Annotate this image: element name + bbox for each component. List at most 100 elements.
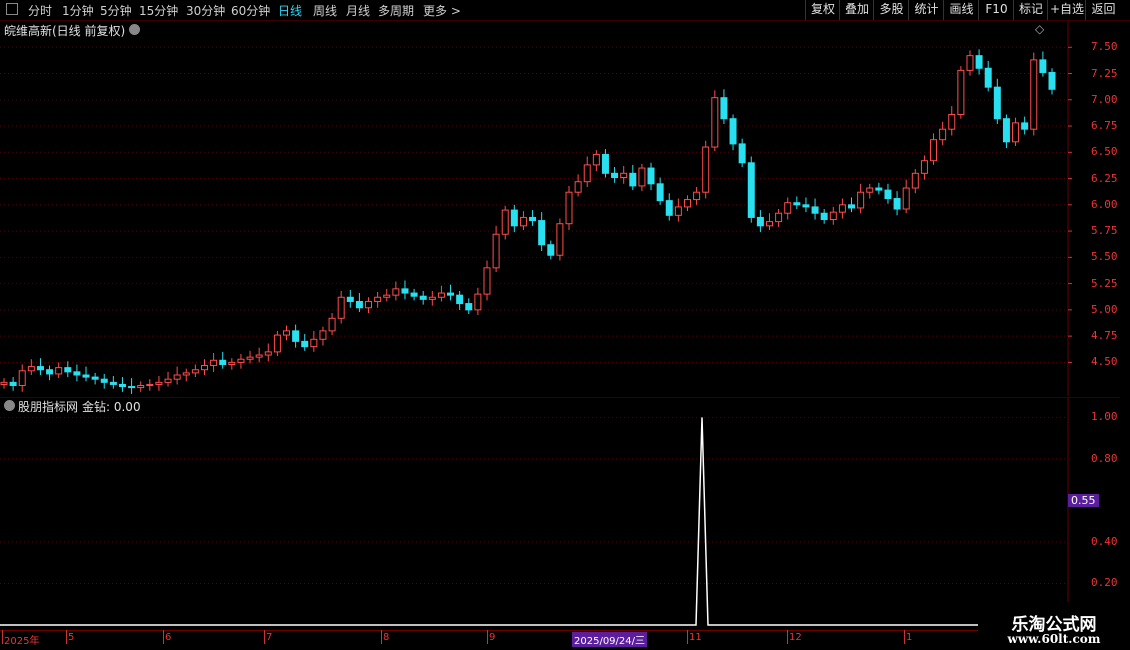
candle-body-96 xyxy=(875,187,883,191)
candle-body-90 xyxy=(820,212,828,221)
period-tab-8[interactable]: 月线 xyxy=(346,2,370,19)
candle-6 xyxy=(55,362,63,379)
candle-body-9 xyxy=(82,374,90,378)
candle-body-47 xyxy=(428,296,436,300)
candle-4 xyxy=(36,358,44,375)
period-tab-6[interactable]: 日线 xyxy=(278,2,302,19)
candle-body-53 xyxy=(483,267,491,295)
candle-body-114 xyxy=(1039,59,1047,73)
date-axis-line xyxy=(0,630,1070,631)
candle-body-29 xyxy=(264,351,272,356)
period-tab-2[interactable]: 5分钟 xyxy=(100,2,132,19)
period-tab-0[interactable]: 分时 xyxy=(28,2,52,19)
tool-button-7[interactable]: +自选 xyxy=(1047,0,1086,20)
candle-59 xyxy=(538,212,546,252)
price-tick-label-12: 7.50 xyxy=(1091,40,1118,54)
date-label-1: 5 xyxy=(68,632,75,643)
indicator-tick-label-0: 0.20 xyxy=(1091,576,1118,590)
tool-button-2[interactable]: 多股 xyxy=(873,0,909,20)
tool-button-0[interactable]: 复权 xyxy=(805,0,840,20)
menu-icon[interactable] xyxy=(6,3,18,15)
candle-102 xyxy=(930,133,938,165)
candle-93 xyxy=(848,197,856,213)
candle-body-51 xyxy=(465,303,473,311)
candle-body-7 xyxy=(64,367,72,373)
candle-0 xyxy=(0,378,8,389)
candle-body-54 xyxy=(492,233,500,269)
date-tick-5 xyxy=(487,630,488,644)
candle-24 xyxy=(219,351,227,369)
candle-body-39 xyxy=(355,300,363,309)
candle-99 xyxy=(902,179,910,214)
candle-body-99 xyxy=(902,187,910,210)
tool-button-1[interactable]: 叠加 xyxy=(839,0,874,20)
candle-body-24 xyxy=(219,359,227,365)
candle-body-69 xyxy=(629,172,637,187)
candle-8 xyxy=(73,364,81,382)
candle-body-13 xyxy=(118,383,126,388)
candle-115 xyxy=(1048,68,1056,95)
candle-body-110 xyxy=(1002,118,1010,143)
candle-36 xyxy=(328,313,336,336)
candle-body-57 xyxy=(519,216,527,227)
candle-body-23 xyxy=(210,359,218,367)
candle-body-35 xyxy=(319,330,327,340)
candle-body-65 xyxy=(592,153,600,166)
period-tab-10[interactable]: 更多 > xyxy=(423,2,461,19)
candle-97 xyxy=(884,183,892,204)
date-tick-2 xyxy=(163,630,164,644)
candle-32 xyxy=(292,324,300,348)
candle-70 xyxy=(638,163,646,192)
price-tick-label-0: 4.50 xyxy=(1091,355,1118,369)
candle-body-92 xyxy=(838,204,846,213)
candle-105 xyxy=(957,66,965,119)
candle-26 xyxy=(237,353,245,369)
tool-button-5[interactable]: F10 xyxy=(978,0,1014,20)
candle-64 xyxy=(583,156,591,187)
candle-body-74 xyxy=(674,206,682,216)
candle-body-32 xyxy=(292,330,300,342)
candle-body-81 xyxy=(738,143,746,164)
price-tick-label-4: 5.50 xyxy=(1091,250,1118,264)
candle-89 xyxy=(811,198,819,220)
candle-47 xyxy=(428,290,436,306)
tool-button-4[interactable]: 画线 xyxy=(943,0,979,20)
period-tab-9[interactable]: 多周期 xyxy=(378,2,414,19)
period-tab-1[interactable]: 1分钟 xyxy=(62,2,94,19)
candle-10 xyxy=(91,372,99,385)
period-tab-7[interactable]: 周线 xyxy=(313,2,337,19)
tool-button-8[interactable]: 返回 xyxy=(1085,0,1121,20)
date-label-8: 1 xyxy=(906,632,913,643)
indicator-chart[interactable] xyxy=(0,397,1120,629)
date-tick-8 xyxy=(904,630,905,644)
candle-54 xyxy=(492,225,500,273)
candle-3 xyxy=(27,359,35,375)
candle-65 xyxy=(592,150,600,172)
candle-72 xyxy=(656,177,664,205)
period-tab-4[interactable]: 30分钟 xyxy=(186,2,225,19)
price-tick-label-2: 5.00 xyxy=(1091,302,1118,316)
candle-body-15 xyxy=(137,384,145,389)
candle-12 xyxy=(109,376,117,389)
candle-23 xyxy=(210,352,218,372)
candle-11 xyxy=(100,373,108,389)
candle-body-97 xyxy=(884,189,892,200)
candle-103 xyxy=(939,121,947,145)
candlestick-chart[interactable] xyxy=(0,21,1120,396)
date-tick-4 xyxy=(381,630,382,644)
candle-body-71 xyxy=(647,167,655,185)
candle-111 xyxy=(1012,117,1020,146)
period-tab-3[interactable]: 15分钟 xyxy=(139,2,178,19)
tool-button-6[interactable]: 标记 xyxy=(1013,0,1048,20)
candle-30 xyxy=(273,330,281,357)
indicator-signal-line xyxy=(0,417,980,626)
candle-114 xyxy=(1039,51,1047,77)
candle-63 xyxy=(574,174,582,197)
indicator-current-badge: 0.55 xyxy=(1068,494,1099,507)
indicator-tick-label-2: 0.80 xyxy=(1091,451,1118,465)
tool-button-3[interactable]: 统计 xyxy=(908,0,944,20)
candle-112 xyxy=(1021,116,1029,135)
candle-body-10 xyxy=(91,376,99,380)
period-tab-5[interactable]: 60分钟 xyxy=(231,2,270,19)
candle-body-12 xyxy=(109,381,117,385)
